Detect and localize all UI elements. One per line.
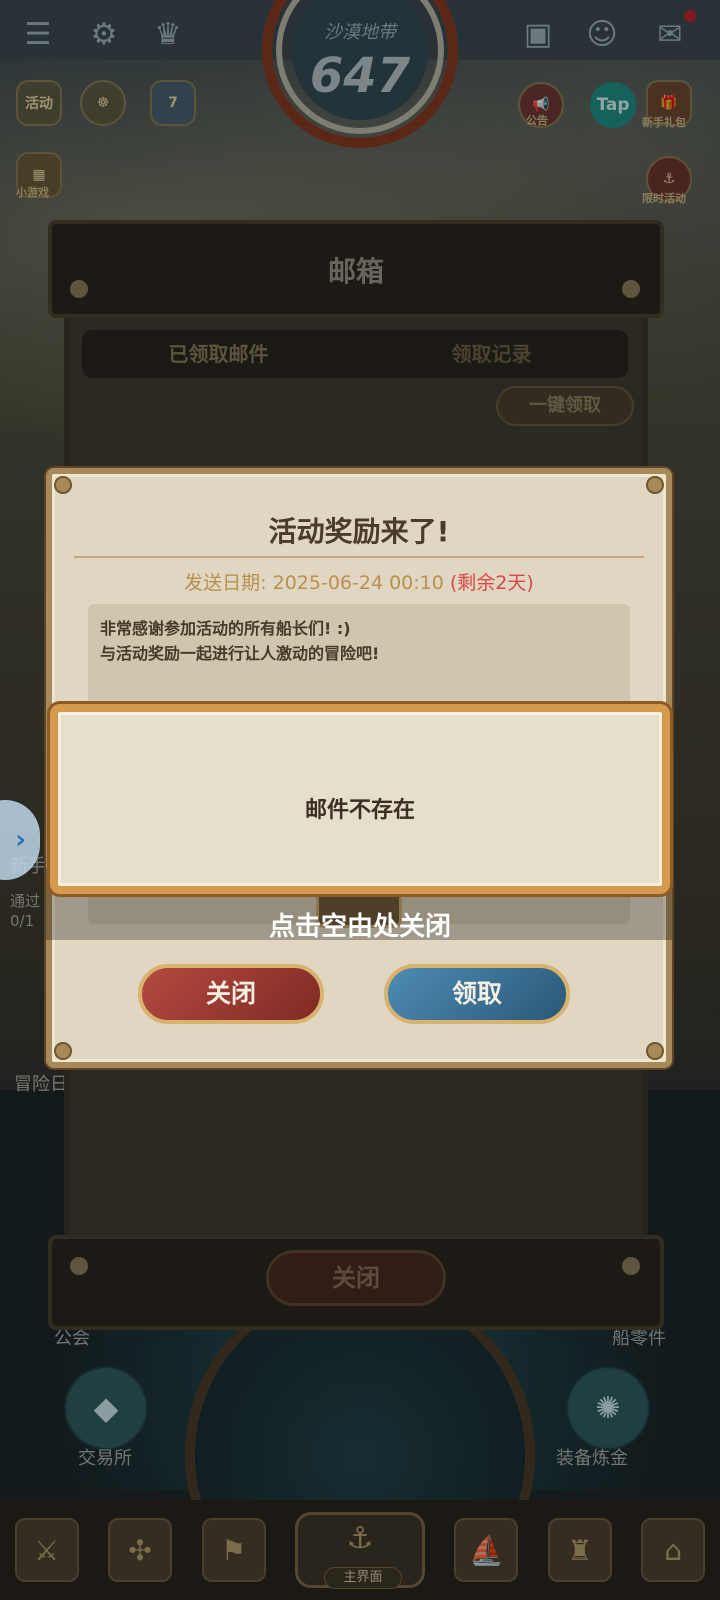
tap-to-close-hint: 点击空由处关闭	[268, 912, 451, 942]
mail-body-line: 非常感谢参加活动的所有船长们! :)	[100, 619, 351, 638]
send-date-value: 2025-06-24 00:10	[272, 572, 444, 594]
error-toast: 邮件不存在	[50, 704, 670, 894]
dialog-corner	[54, 476, 72, 494]
dialog-title: 活动奖励来了!	[268, 515, 450, 548]
dialog-corner	[646, 1042, 664, 1060]
send-date-label: 发送日期:	[184, 572, 267, 594]
title-divider	[74, 556, 644, 558]
send-date: 发送日期: 2025-06-24 00:10 (剩余2天)	[46, 568, 672, 595]
chevron-right-icon: ›	[15, 825, 26, 855]
mail-body-line: 与活动奖励一起进行让人激动的冒险吧!	[100, 644, 380, 663]
dialog-corner	[54, 1042, 72, 1060]
dialog-close-button[interactable]: 关闭	[138, 964, 324, 1024]
toast-message: 邮件不存在	[304, 798, 415, 823]
dialog-claim-button[interactable]: 领取	[384, 964, 570, 1024]
dialog-corner	[646, 476, 664, 494]
remaining-days: (剩余2天)	[449, 572, 534, 594]
